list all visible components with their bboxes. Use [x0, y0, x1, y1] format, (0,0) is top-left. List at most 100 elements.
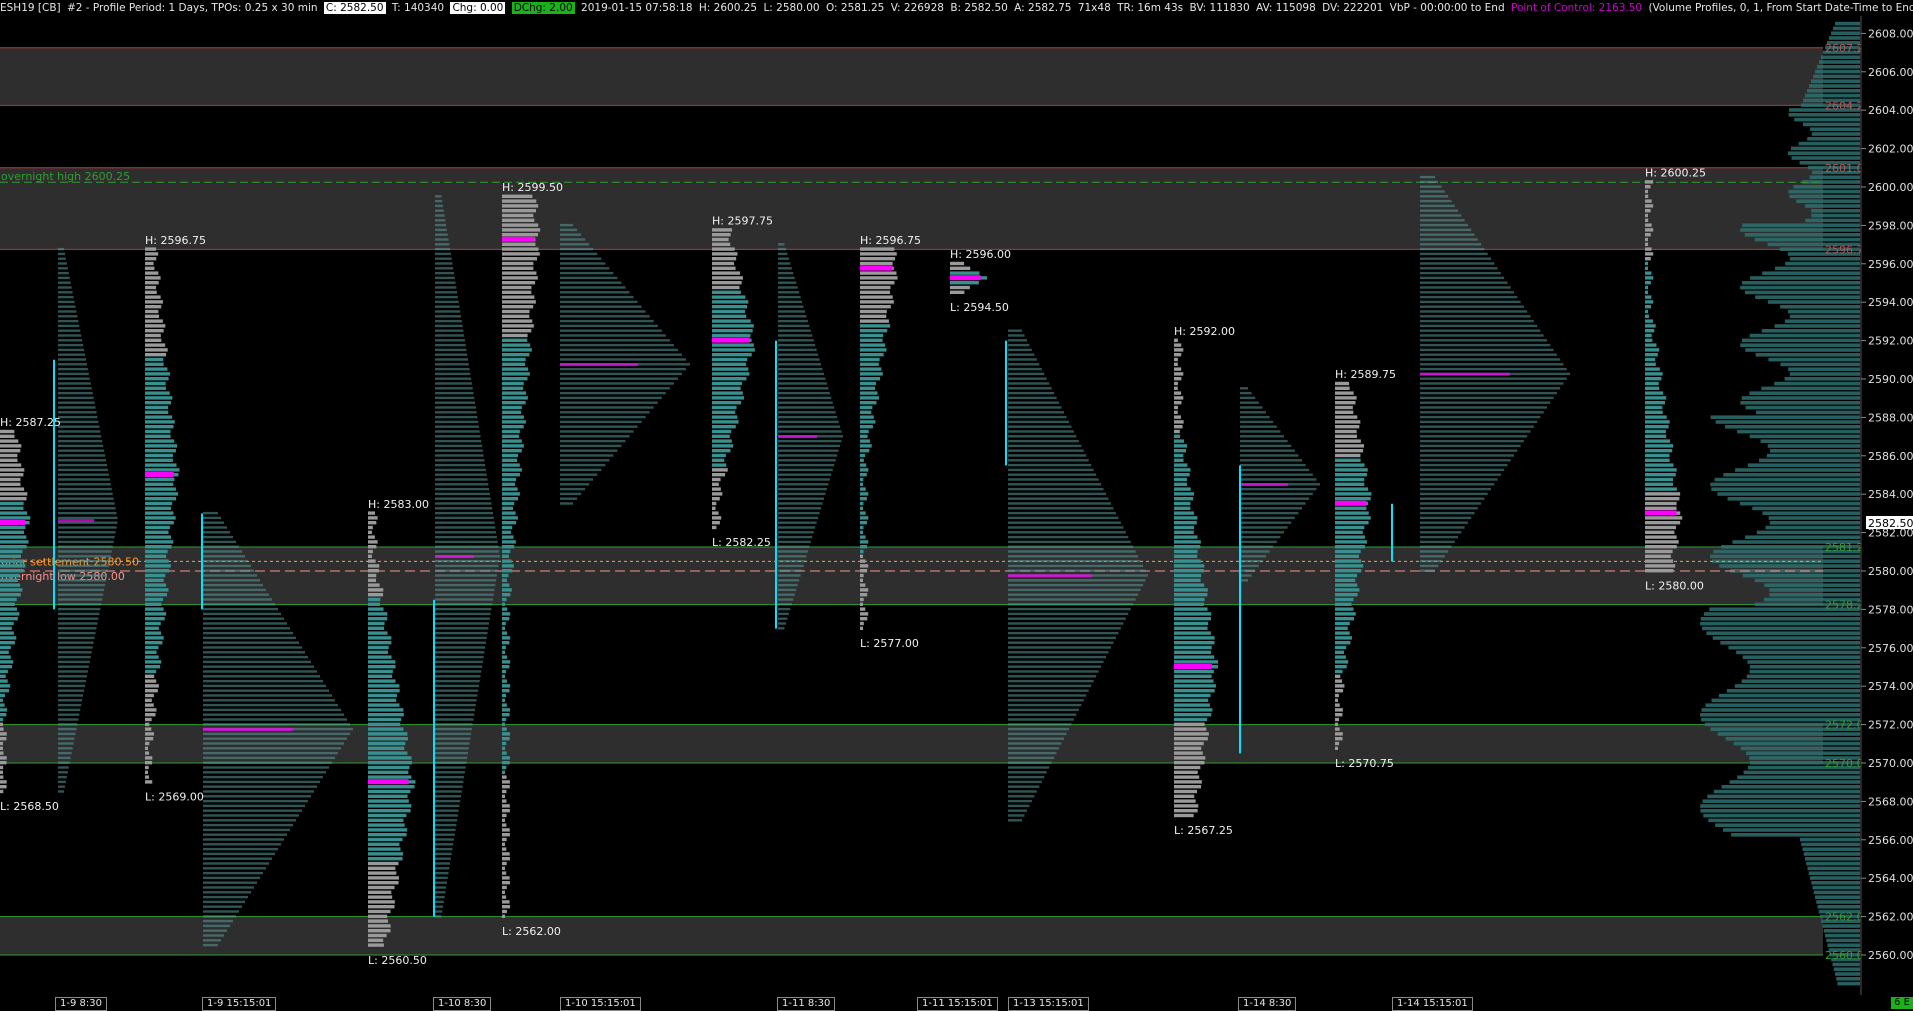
tpo-bar	[145, 324, 166, 328]
volume-bar	[1769, 521, 1860, 525]
tpo-letters-row	[58, 387, 92, 390]
tpo-bar	[712, 458, 725, 462]
tpo-bar	[1174, 765, 1201, 770]
tpo-bar	[712, 314, 747, 318]
tpo-letters-row	[1008, 420, 1069, 424]
tpo-bar	[1174, 573, 1202, 578]
volume-bar	[1700, 621, 1860, 626]
tpo-bar	[502, 396, 528, 400]
tpo-bar	[145, 506, 171, 510]
tpo-bar	[860, 372, 883, 376]
tpo-bar	[1335, 593, 1358, 597]
tpo-bar	[502, 679, 507, 683]
tpo-letters-row	[1008, 444, 1082, 448]
tpo-bar	[1645, 449, 1673, 453]
tpo-letters-row	[1008, 540, 1131, 544]
tpo-letters-row	[560, 334, 666, 337]
tpo-bar	[1174, 535, 1198, 539]
tpo-bar	[1335, 607, 1354, 611]
tpo-letters-row	[203, 559, 248, 563]
volume-bar	[1742, 655, 1860, 659]
tpo-letters-row	[58, 617, 99, 620]
tpo-letters-row	[1420, 521, 1468, 524]
tpo-letters-row	[435, 343, 466, 347]
volume-bar	[1805, 857, 1860, 861]
tpo-bar	[368, 516, 378, 520]
tpo-bar	[1645, 276, 1654, 280]
volume-bar	[1768, 357, 1860, 362]
tpo-bar	[145, 588, 169, 592]
tpo-letters-row	[1008, 646, 1111, 649]
volume-bar	[1740, 401, 1860, 405]
tpo-bar	[860, 261, 893, 266]
volume-bar	[1754, 578, 1860, 583]
tpo-letters-row	[203, 535, 233, 539]
tpo-letters-row	[1420, 223, 1468, 227]
price-axis[interactable]: 2608.002606.002604.002602.002600.002598.…	[1860, 16, 1913, 995]
tpo-bar	[145, 381, 166, 386]
price-tick-label: 2600.00	[1868, 181, 1913, 194]
tpo-bar	[1645, 209, 1651, 213]
tpo-letters-row	[58, 444, 104, 448]
tpo-bar	[368, 818, 404, 822]
tpo-bar	[502, 703, 507, 707]
tpo-letters-row	[58, 636, 95, 640]
tpo-bar	[950, 281, 979, 285]
tpo-letters-row	[435, 723, 473, 726]
tpo-bar	[145, 453, 173, 458]
tpo-bar	[1335, 521, 1369, 525]
tpo-bar	[860, 257, 896, 261]
tpo-letters-row	[1420, 473, 1501, 476]
tpo-bar	[145, 780, 153, 784]
tpo-chart-svg[interactable]: overnight high 2600.25 prior settlement …	[0, 16, 1913, 995]
tpo-letters-row	[1008, 564, 1144, 568]
tpo-bar	[502, 789, 507, 794]
tpo-letters-row	[435, 535, 497, 539]
tpo-bar	[502, 367, 529, 371]
tpo-bar	[0, 626, 12, 630]
tpo-bar	[712, 343, 754, 347]
tpo-bar	[502, 343, 531, 347]
tpo-chart-area[interactable]: overnight high 2600.25 prior settlement …	[0, 16, 1913, 995]
tpo-letters-row	[560, 343, 674, 347]
price-zones	[0, 47, 1823, 956]
volume-bar	[1762, 511, 1860, 515]
tpo-letters-row	[435, 569, 498, 572]
tpo-bar	[502, 309, 530, 314]
tpo-bar	[860, 573, 864, 578]
tpo-letters-row	[1420, 425, 1534, 428]
time-axis[interactable]: 1-9 8:30 1-9 15:15:01 1-10 8:30 1-10 15:…	[0, 995, 1913, 1011]
tpo-bar	[145, 545, 172, 549]
ticks-value: T: 140340	[391, 2, 445, 14]
tpo-bar	[1174, 506, 1191, 510]
tpo-bar	[145, 300, 163, 304]
price-tick-label: 2596.00	[1868, 258, 1913, 271]
tpo-letters-row	[1420, 319, 1534, 323]
tpo-bar	[1335, 674, 1341, 678]
tpo-bar	[368, 837, 403, 842]
symbol-label[interactable]: ESH19 [CB]	[0, 2, 61, 14]
volume-bar	[1749, 333, 1860, 338]
tpo-bar	[712, 386, 741, 390]
tpo-bar	[368, 900, 395, 904]
tpo-bar	[368, 535, 375, 539]
tpo-bar	[1174, 449, 1187, 453]
tpo-letters-row	[58, 449, 105, 452]
tpo-letters-row	[1008, 761, 1052, 764]
tpo-bar	[860, 545, 868, 549]
tpo-letters-row	[435, 891, 446, 894]
tpo-letters-row	[203, 919, 233, 923]
tpo-bar	[145, 564, 171, 568]
volume-bar	[1835, 972, 1860, 976]
tpo-bar	[502, 842, 505, 846]
tpo-letters-row	[58, 262, 67, 265]
tpo-bar	[0, 554, 21, 558]
tpo-letters-row	[778, 454, 838, 457]
volume-bar	[1815, 895, 1860, 899]
tpo-bar	[368, 564, 380, 568]
tpo-letters-row	[58, 305, 76, 308]
tpo-bar	[1174, 770, 1198, 774]
tpo-bar	[1174, 732, 1209, 736]
tpo-bar	[1645, 372, 1663, 376]
volume-bar	[1765, 525, 1860, 530]
